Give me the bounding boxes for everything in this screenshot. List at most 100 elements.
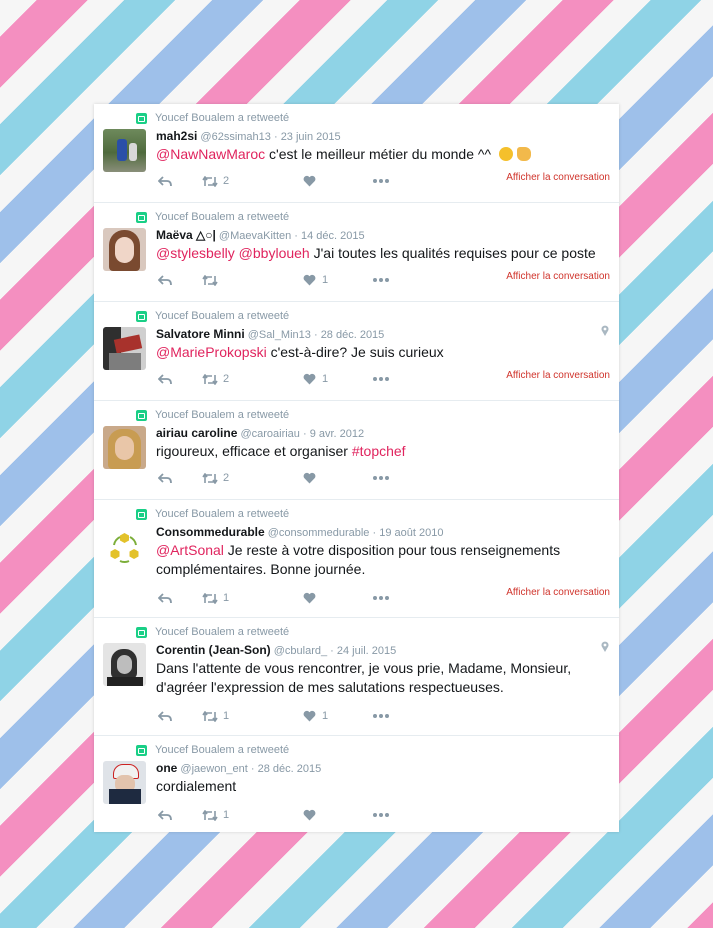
retweet-icon <box>136 310 147 322</box>
avatar[interactable] <box>103 228 146 271</box>
avatar[interactable] <box>103 525 146 568</box>
avatar[interactable] <box>103 643 146 686</box>
user-handle[interactable]: @Sal_Min13 <box>248 329 311 341</box>
location-pin-icon <box>601 325 609 336</box>
heart-icon <box>303 175 316 187</box>
retweet-icon <box>202 809 218 821</box>
avatar[interactable] <box>103 327 146 370</box>
tweet-text: @NawNawMaroc c'est le meilleur métier du… <box>156 145 609 164</box>
more-button[interactable] <box>373 471 389 485</box>
reply-button[interactable] <box>158 808 172 822</box>
tweet-body: c'est-à-dire? Je suis curieux <box>266 344 444 360</box>
reply-icon <box>158 592 172 603</box>
retweet-button[interactable]: 2 <box>202 174 229 188</box>
tweet-date[interactable]: 24 juil. 2015 <box>337 645 396 657</box>
like-count: 1 <box>322 710 329 722</box>
user-handle[interactable]: @consommedurable <box>268 527 370 539</box>
tweet[interactable]: Youcef Boualem a retweeté one @jaewon_en… <box>94 736 619 832</box>
mention-link[interactable]: @stylesbelly @bbyloueh <box>156 245 310 261</box>
avatar[interactable] <box>103 761 146 804</box>
reply-button[interactable] <box>158 591 172 605</box>
tweet-date[interactable]: 28 déc. 2015 <box>321 329 385 341</box>
user-handle[interactable]: @caroairiau <box>240 428 299 440</box>
tweet-date[interactable]: 14 déc. 2015 <box>301 230 365 242</box>
retweet-button[interactable]: 1 <box>202 591 229 605</box>
show-conversation-link[interactable]: Afficher la conversation <box>506 587 610 598</box>
reply-button[interactable] <box>158 174 172 188</box>
retweet-button[interactable]: 2 <box>202 471 229 485</box>
tweet-header: Salvatore Minni @Sal_Min13 · 28 déc. 201… <box>156 327 385 341</box>
like-button[interactable] <box>303 808 322 822</box>
user-name[interactable]: Consommedurable <box>156 525 265 539</box>
mention-link[interactable]: @MarieProkopski <box>156 344 267 360</box>
more-button[interactable] <box>373 591 389 605</box>
tweet-date[interactable]: 9 avr. 2012 <box>310 428 364 440</box>
like-button[interactable]: 1 <box>303 372 328 386</box>
user-name[interactable]: one <box>156 761 177 775</box>
reply-button[interactable] <box>158 709 172 723</box>
like-button[interactable] <box>303 591 322 605</box>
more-icon <box>373 596 389 600</box>
user-handle[interactable]: @MaevaKitten <box>219 230 291 242</box>
tweet-date[interactable]: 28 déc. 2015 <box>258 763 322 775</box>
retweet-icon <box>202 592 218 604</box>
user-handle[interactable]: @62ssimah13 <box>200 131 270 143</box>
mention-link[interactable]: @NawNawMaroc <box>156 146 265 162</box>
show-conversation-link[interactable]: Afficher la conversation <box>506 370 610 381</box>
avatar[interactable] <box>103 129 146 172</box>
user-handle[interactable]: @jaewon_ent <box>180 763 247 775</box>
tweet[interactable]: Youcef Boualem a retweeté Corentin (Jean… <box>94 618 619 736</box>
like-button[interactable] <box>303 471 322 485</box>
like-count: 1 <box>322 274 329 286</box>
more-button[interactable] <box>373 372 389 386</box>
show-conversation-link[interactable]: Afficher la conversation <box>506 271 610 282</box>
tweet[interactable]: Youcef Boualem a retweeté Consommedurabl… <box>94 500 619 618</box>
like-button[interactable]: 1 <box>303 273 328 287</box>
show-conversation-link[interactable]: Afficher la conversation <box>506 172 610 183</box>
heart-icon <box>303 274 316 286</box>
user-name[interactable]: Salvatore Minni <box>156 327 245 341</box>
retweet-count: 2 <box>223 175 230 187</box>
retweet-icon <box>136 211 147 223</box>
reply-button[interactable] <box>158 471 172 485</box>
like-button[interactable]: 1 <box>303 709 328 723</box>
retweet-icon <box>136 409 147 421</box>
tweet[interactable]: Youcef Boualem a retweeté Maëva △○| @Mae… <box>94 203 619 302</box>
tweet-actions: 1 1 <box>156 709 619 723</box>
tweet-date[interactable]: 23 juin 2015 <box>281 131 341 143</box>
tweet[interactable]: Youcef Boualem a retweeté airiau carolin… <box>94 401 619 500</box>
user-name[interactable]: Maëva △○| <box>156 228 216 242</box>
like-button[interactable] <box>303 174 322 188</box>
retweet-button[interactable]: 2 <box>202 372 229 386</box>
user-name[interactable]: airiau caroline <box>156 426 237 440</box>
more-button[interactable] <box>373 709 389 723</box>
retweet-icon <box>136 112 147 124</box>
heart-icon <box>303 592 316 604</box>
tweet[interactable]: Youcef Boualem a retweeté mah2si @62ssim… <box>94 104 619 203</box>
retweet-button[interactable] <box>202 273 223 287</box>
mention-link[interactable]: @ArtSonal <box>156 542 224 558</box>
retweet-context: Youcef Boualem a retweeté <box>136 625 289 639</box>
tweet-header: one @jaewon_ent · 28 déc. 2015 <box>156 761 322 775</box>
more-button[interactable] <box>373 273 389 287</box>
user-name[interactable]: mah2si <box>156 129 197 143</box>
tweet-header: Consommedurable @consommedurable · 19 ao… <box>156 525 444 539</box>
user-handle[interactable]: @cbulard_ <box>274 645 327 657</box>
more-icon <box>373 813 389 817</box>
reply-button[interactable] <box>158 273 172 287</box>
reply-button[interactable] <box>158 372 172 386</box>
user-name[interactable]: Corentin (Jean-Son) <box>156 643 271 657</box>
tweet-actions: 1 <box>156 808 619 822</box>
retweet-button[interactable]: 1 <box>202 808 229 822</box>
hashtag-link[interactable]: #topchef <box>352 443 406 459</box>
avatar[interactable] <box>103 426 146 469</box>
tweet-timeline: Youcef Boualem a retweeté mah2si @62ssim… <box>94 104 619 832</box>
retweet-button[interactable]: 1 <box>202 709 229 723</box>
tweet[interactable]: Youcef Boualem a retweeté Salvatore Minn… <box>94 302 619 401</box>
more-button[interactable] <box>373 174 389 188</box>
more-button[interactable] <box>373 808 389 822</box>
tweet-body: J'ai toutes les qualités requises pour c… <box>309 245 596 261</box>
retweet-label: Youcef Boualem a retweeté <box>155 409 290 421</box>
retweet-icon <box>202 710 218 722</box>
tweet-date[interactable]: 19 août 2010 <box>379 527 443 539</box>
